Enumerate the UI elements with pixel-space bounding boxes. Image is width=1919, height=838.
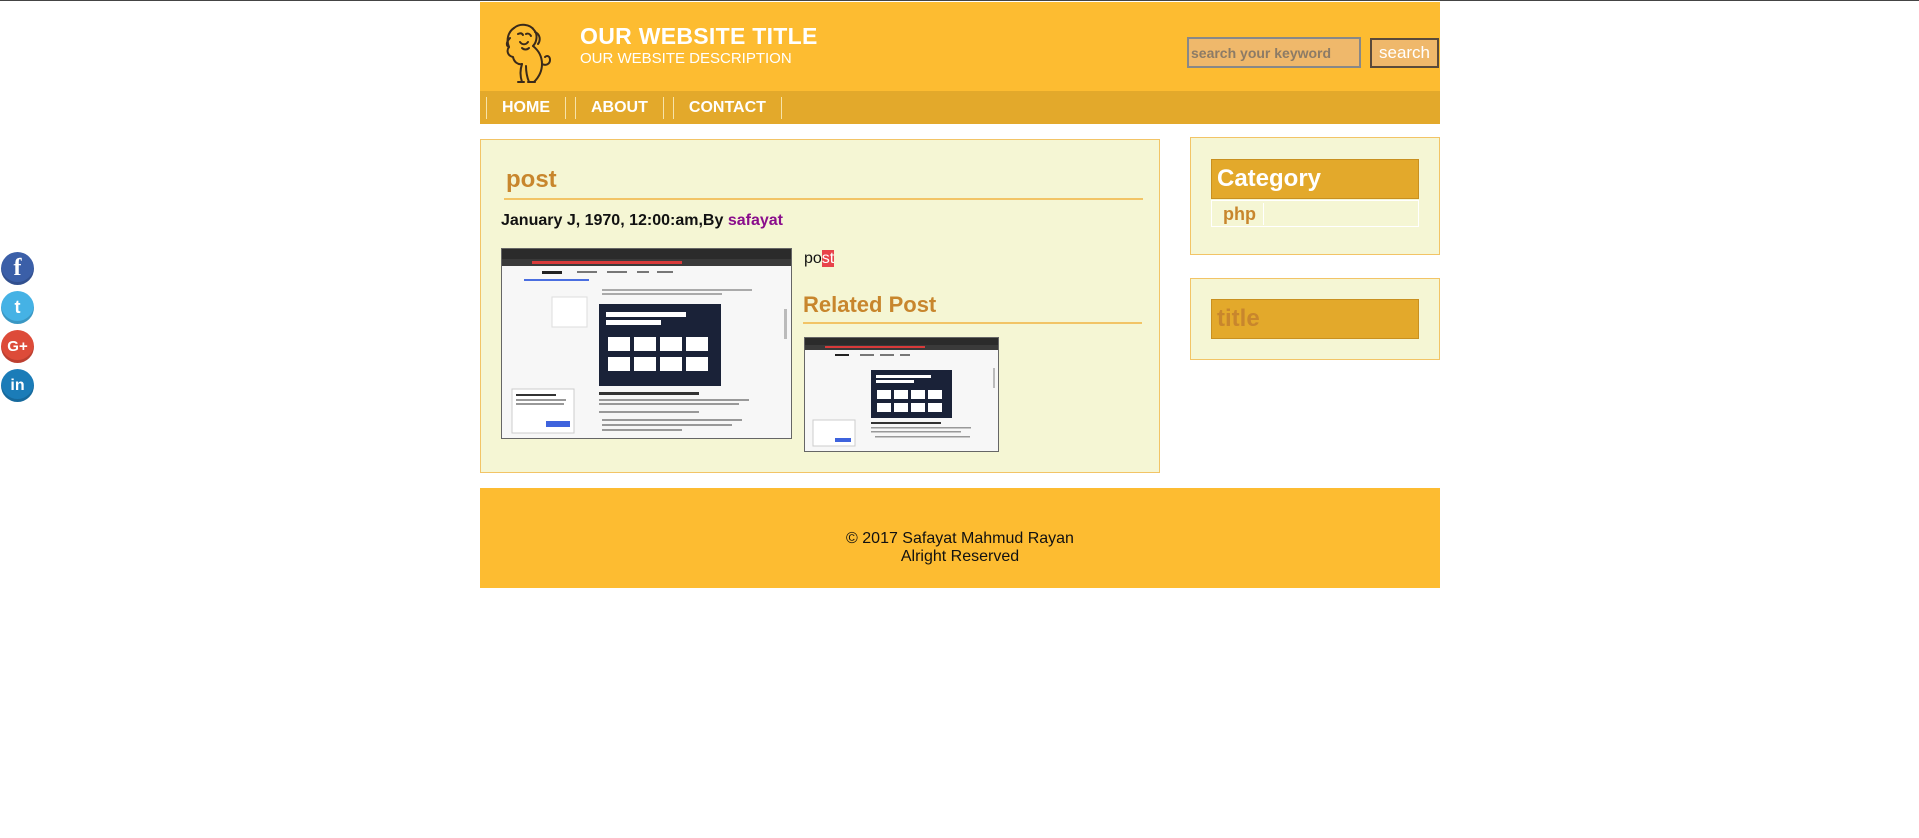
category-list: php bbox=[1211, 200, 1419, 227]
title-widget: title bbox=[1190, 278, 1440, 360]
title-widget-heading: title bbox=[1211, 299, 1419, 339]
main-nav: HOME ABOUT CONTACT bbox=[480, 91, 1440, 124]
related-post-image[interactable] bbox=[804, 337, 999, 452]
twitter-icon[interactable]: t bbox=[1, 291, 34, 324]
site-description: OUR WEBSITE DESCRIPTION bbox=[580, 50, 792, 67]
site-footer: © 2017 Safayat Mahmud Rayan Alright Rese… bbox=[480, 488, 1440, 588]
related-post-heading: Related Post bbox=[803, 292, 1142, 324]
site-header: OUR WEBSITE TITLE OUR WEBSITE DESCRIPTIO… bbox=[480, 2, 1440, 91]
footer-rights: Alright Reserved bbox=[900, 548, 1020, 565]
nav-item-contact[interactable]: CONTACT bbox=[672, 96, 782, 119]
related-screenshot-image bbox=[805, 338, 998, 451]
nav-item-about[interactable]: ABOUT bbox=[575, 96, 664, 119]
category-item-php[interactable]: php bbox=[1216, 203, 1264, 225]
linkedin-icon[interactable]: in bbox=[1, 369, 34, 402]
search-input[interactable] bbox=[1187, 37, 1361, 68]
post-date: January J, 1970, 12:00:am,By bbox=[501, 212, 728, 229]
site-title[interactable]: OUR WEBSITE TITLE bbox=[580, 23, 818, 50]
post-image[interactable] bbox=[501, 248, 792, 439]
post-content: post January J, 1970, 12:00:am,By safaya… bbox=[480, 139, 1160, 473]
google-plus-icon[interactable]: G+ bbox=[1, 330, 34, 363]
footer-copyright: © 2017 Safayat Mahmud Rayan bbox=[846, 530, 1074, 547]
post-screenshot-image bbox=[502, 249, 791, 438]
facebook-icon[interactable]: f bbox=[1, 252, 34, 285]
post-body: post bbox=[804, 250, 835, 268]
search-button[interactable]: search bbox=[1370, 38, 1439, 68]
nav-item-home[interactable]: HOME bbox=[486, 96, 566, 119]
post-body-highlight: st bbox=[821, 250, 835, 267]
lion-icon[interactable] bbox=[500, 20, 556, 86]
category-heading: Category bbox=[1211, 159, 1419, 199]
social-share-bar: f t G+ in bbox=[1, 252, 34, 408]
post-meta: January J, 1970, 12:00:am,By safayat bbox=[501, 212, 783, 230]
post-title: post bbox=[504, 166, 1143, 200]
page-wrapper: OUR WEBSITE TITLE OUR WEBSITE DESCRIPTIO… bbox=[480, 2, 1440, 588]
category-widget: Category php bbox=[1190, 137, 1440, 255]
post-author-link[interactable]: safayat bbox=[728, 212, 783, 229]
post-body-text: po bbox=[804, 250, 822, 267]
